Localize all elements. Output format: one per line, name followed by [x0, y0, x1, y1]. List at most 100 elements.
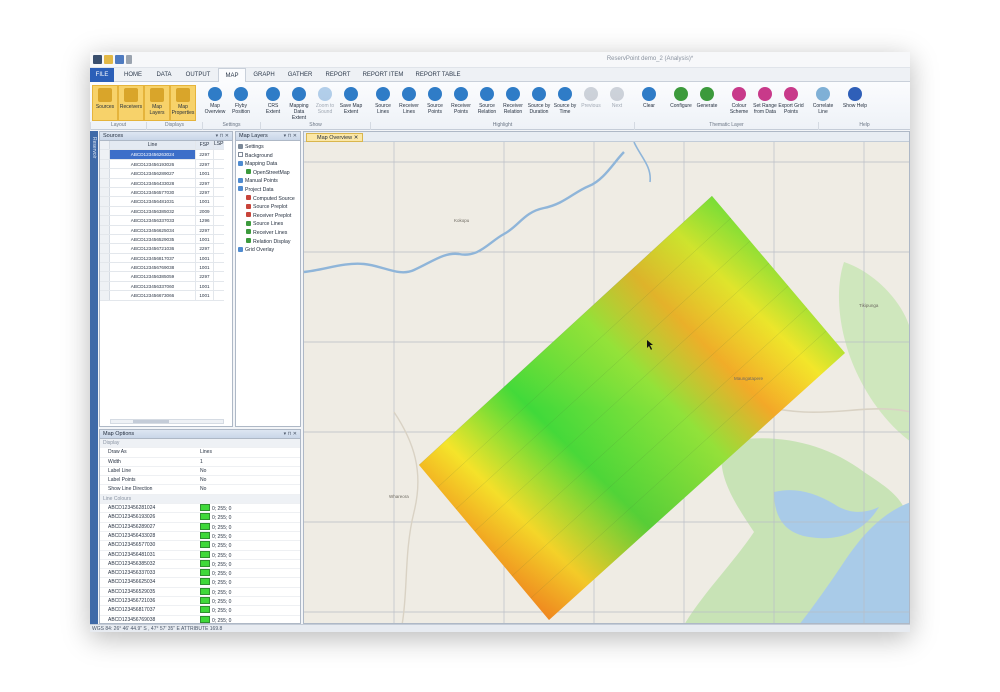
- line-colour-value[interactable]: 0; 255; 0: [200, 550, 300, 559]
- line-colour-row[interactable]: ABCD123456281024 0; 255; 0: [100, 504, 300, 514]
- ribbon-button-source-lines[interactable]: Source Lines: [370, 85, 396, 121]
- layer-item[interactable]: Computed Source: [238, 195, 295, 204]
- property-category[interactable]: Line Colours: [100, 494, 300, 505]
- colour-swatch[interactable]: [200, 559, 210, 567]
- property-category[interactable]: Display: [100, 439, 300, 449]
- ribbon-button-correlate-line[interactable]: Correlate Line: [810, 85, 836, 121]
- line-colour-value[interactable]: 0; 255; 0: [200, 569, 300, 577]
- colour-swatch[interactable]: [200, 597, 210, 605]
- panel-controls-icon[interactable]: ▾ ⊓ ✕: [284, 430, 297, 439]
- table-row[interactable]: ABCD123456577030 2297: [100, 187, 224, 198]
- row-header[interactable]: [100, 272, 110, 281]
- line-colour-value[interactable]: 0; 255; 0: [200, 504, 300, 512]
- line-colour-row[interactable]: ABCD123456721036 0; 255; 0: [100, 597, 300, 607]
- panel-controls-icon[interactable]: ▾ ⊓ ✕: [284, 132, 297, 141]
- row-header[interactable]: [100, 244, 110, 253]
- side-strip[interactable]: Reservoir: [90, 131, 98, 624]
- line-colour-value[interactable]: 0; 255; 0: [200, 513, 300, 521]
- table-row[interactable]: ABCD123456193026 2297: [100, 159, 224, 170]
- ribbon-button-zoom-to-sound[interactable]: Zoom to Sound: [312, 85, 338, 121]
- ribbon-button-show-help[interactable]: Show Help: [842, 85, 868, 121]
- tab-graph[interactable]: GRAPH: [248, 68, 280, 82]
- table-row[interactable]: ABCD123456433028 2297: [100, 178, 224, 188]
- line-colour-row[interactable]: ABCD123456385032 0; 255; 0: [100, 559, 300, 570]
- layer-item[interactable]: Receiver Lines: [238, 229, 295, 238]
- ribbon-button-colour-scheme[interactable]: Colour Scheme: [726, 85, 752, 121]
- layer-item[interactable]: Manual Points: [238, 177, 295, 186]
- ribbon-button-flyby-position[interactable]: Flyby Position: [228, 85, 254, 121]
- colour-swatch[interactable]: [200, 615, 210, 623]
- property-row[interactable]: Width 1: [100, 458, 300, 467]
- line-colour-row[interactable]: ABCD123456193026 0; 255; 0: [100, 513, 300, 523]
- tab-map-overview[interactable]: Map Overview ✕: [306, 133, 364, 142]
- column-header[interactable]: FSP: [196, 141, 214, 150]
- colour-swatch[interactable]: [200, 550, 210, 558]
- colour-swatch[interactable]: [200, 541, 210, 549]
- ribbon-button-next[interactable]: Next: [604, 85, 630, 121]
- row-header[interactable]: [100, 187, 110, 197]
- table-row[interactable]: ABCD123456721036 2297: [100, 244, 224, 254]
- line-colour-value[interactable]: 0; 255; 0: [200, 587, 300, 596]
- layer-item[interactable]: OpenStreetMap: [238, 169, 295, 178]
- property-value[interactable]: Lines: [200, 448, 300, 456]
- line-colour-row[interactable]: ABCD123456529035 0; 255; 0: [100, 587, 300, 598]
- ribbon-button-source-points[interactable]: Source Points: [422, 85, 448, 121]
- tab-home[interactable]: HOME: [118, 68, 148, 82]
- ribbon-button-export-grid-points[interactable]: Export Grid Points: [778, 85, 804, 121]
- row-header[interactable]: [100, 216, 110, 225]
- colour-swatch[interactable]: [200, 578, 210, 586]
- ribbon-button-receiver-lines[interactable]: Receiver Lines: [396, 85, 422, 121]
- ribbon-button-map-overview[interactable]: Map Overview: [202, 85, 228, 121]
- ribbon-button-receiver-relation[interactable]: Receiver Relation: [500, 85, 526, 121]
- property-row[interactable]: Draw As Lines: [100, 448, 300, 458]
- layer-item[interactable]: Relation Display: [238, 238, 295, 247]
- tab-report-table[interactable]: REPORT TABLE: [410, 68, 466, 82]
- row-header[interactable]: [100, 281, 110, 291]
- ribbon-button-clear[interactable]: Clear: [636, 85, 662, 121]
- table-row[interactable]: ABCD123456337033 1296: [100, 216, 224, 226]
- table-row[interactable]: ABCD123456625034 2297: [100, 225, 224, 235]
- table-row[interactable]: ABCD123456263024 2297: [100, 150, 224, 160]
- colour-swatch[interactable]: [200, 513, 210, 521]
- tab-report[interactable]: REPORT: [320, 68, 356, 82]
- table-row[interactable]: ABCD123456337060 1001: [100, 281, 224, 292]
- table-row[interactable]: ABCD123456817037 1001: [100, 253, 224, 264]
- map-canvas[interactable]: Kokopu Maungatapere Whareora Tikipunga: [304, 142, 910, 624]
- property-row[interactable]: Show Line Direction No: [100, 485, 300, 495]
- layer-item[interactable]: Source Lines: [238, 220, 295, 229]
- property-value[interactable]: No: [200, 476, 300, 484]
- line-colour-value[interactable]: 0; 255; 0: [200, 578, 300, 586]
- layer-item[interactable]: Mapping Data: [238, 160, 295, 169]
- colour-swatch[interactable]: [200, 504, 210, 512]
- line-colour-row[interactable]: ABCD123456433028 0; 255; 0: [100, 531, 300, 542]
- ribbon-button-crs-extent[interactable]: CRS Extent: [260, 85, 286, 121]
- table-row[interactable]: ABCD123456673066 1001: [100, 291, 224, 301]
- tab-data[interactable]: DATA: [150, 68, 178, 82]
- column-header[interactable]: Line: [110, 141, 196, 150]
- tab-map[interactable]: MAP: [218, 68, 246, 83]
- line-colour-value[interactable]: 0; 255; 0: [200, 597, 300, 605]
- property-row[interactable]: Label Points No: [100, 476, 300, 486]
- colour-swatch[interactable]: [200, 569, 210, 577]
- row-header[interactable]: [100, 263, 110, 272]
- line-colour-row[interactable]: ABCD123456577030 0; 255; 0: [100, 541, 300, 551]
- property-value[interactable]: No: [200, 485, 300, 493]
- tab-gather[interactable]: GATHER: [282, 68, 318, 82]
- ribbon-button-receiver-points[interactable]: Receiver Points: [448, 85, 474, 121]
- ribbon-button-generate[interactable]: Generate: [694, 85, 720, 121]
- row-header[interactable]: [100, 169, 110, 178]
- panel-controls-icon[interactable]: ▾ ⊓ ✕: [216, 132, 229, 141]
- ribbon-button-sources[interactable]: Sources: [92, 85, 118, 121]
- line-colour-row[interactable]: ABCD123456481031 0; 255; 0: [100, 550, 300, 560]
- tab-output[interactable]: OUTPUT: [180, 68, 216, 82]
- colour-swatch[interactable]: [200, 606, 210, 614]
- layer-item[interactable]: Project Data: [238, 186, 295, 195]
- table-row[interactable]: ABCD123456289027 1001: [100, 169, 224, 179]
- layer-item[interactable]: Grid Overlay: [238, 246, 295, 255]
- ribbon-button-map-layers[interactable]: Map Layers: [144, 85, 170, 121]
- row-header[interactable]: [100, 178, 110, 187]
- line-colour-row[interactable]: ABCD123456337033 0; 255; 0: [100, 569, 300, 579]
- ribbon-button-previous[interactable]: Previous: [578, 85, 604, 121]
- layer-checkbox[interactable]: [238, 152, 243, 158]
- layer-item[interactable]: Receiver Preplot: [238, 212, 295, 221]
